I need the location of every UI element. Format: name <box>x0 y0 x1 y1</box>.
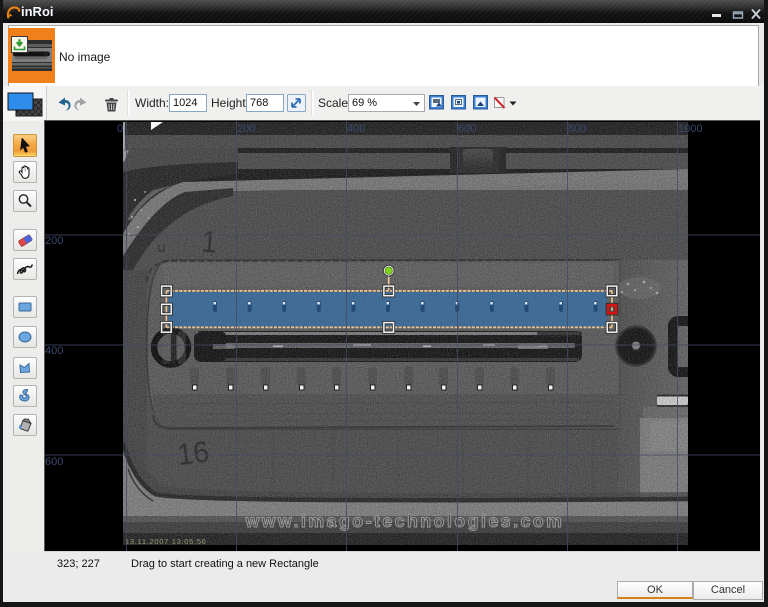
svg-text:1000: 1000 <box>678 123 702 135</box>
svg-text:www.imago-technologies.com: www.imago-technologies.com <box>245 511 565 531</box>
svg-text:13.11.2007 13:05:56: 13.11.2007 13:05:56 <box>125 537 207 546</box>
svg-text:200: 200 <box>237 123 255 135</box>
svg-text:1: 1 <box>201 225 218 260</box>
svg-text:800: 800 <box>568 123 586 135</box>
svg-text:600: 600 <box>45 456 63 468</box>
svg-text:16: 16 <box>175 436 210 472</box>
svg-text:600: 600 <box>458 123 476 135</box>
svg-text:400: 400 <box>347 123 365 135</box>
svg-text:200: 200 <box>45 235 63 247</box>
svg-text:400: 400 <box>45 345 63 357</box>
svg-text:0: 0 <box>117 123 123 135</box>
